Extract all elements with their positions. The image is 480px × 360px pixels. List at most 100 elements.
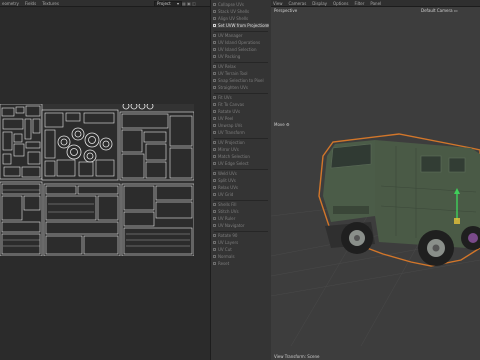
tool-item[interactable]: UV Packing: [213, 54, 269, 59]
tool-icon: [213, 96, 216, 99]
tool-item[interactable]: UV Terrain Tool: [213, 71, 269, 76]
tool-separator: [214, 62, 268, 63]
tool-item-label: Fit UVs: [218, 95, 232, 100]
tool-item[interactable]: Rotate 90: [213, 233, 269, 238]
tool-item[interactable]: Normals: [213, 254, 269, 259]
uv-shell-group-left: [0, 104, 43, 180]
tool-separator: [214, 231, 268, 232]
tool-item-label: Normals: [218, 254, 235, 259]
tool-item-label: UV Edge Select: [218, 161, 249, 166]
tool-item[interactable]: UV Cut: [213, 247, 269, 252]
viewport-menu-options[interactable]: Options: [333, 1, 348, 6]
tool-item-label: Fit To Canvas: [218, 102, 245, 107]
tool-item-label: Split UVs: [218, 178, 236, 183]
tool-icon: [213, 193, 216, 196]
tool-item-label: Collapse UVs: [218, 2, 245, 7]
tool-item[interactable]: UV Peel: [213, 116, 269, 121]
tool-icon: [213, 241, 216, 244]
uv-tools-panel: Collapse UVs Stack UV Shells Align UV Shel…: [210, 0, 272, 360]
tool-icon: [213, 131, 216, 134]
tool-item[interactable]: UV Grid: [213, 192, 269, 197]
tool-icon: [213, 210, 216, 213]
tool-item[interactable]: Relax UVs: [213, 185, 269, 190]
tool-item[interactable]: UV Navigator: [213, 223, 269, 228]
tool-item[interactable]: Straighten UVs: [213, 85, 269, 90]
tool-item[interactable]: Stack UV Shells: [213, 9, 269, 14]
tool-item-label: UV Island Operations: [218, 40, 261, 45]
viewport-menu-cameras[interactable]: Cameras: [289, 1, 307, 6]
tool-item-label: Mirror UVs: [218, 147, 239, 152]
viewport-camera-label[interactable]: Default Camera ▭: [421, 8, 458, 13]
tool-item[interactable]: UV Edge Select: [213, 161, 269, 166]
tool-icon: [213, 72, 216, 75]
uv-editor-pane[interactable]: eometry Fields Textures Project ▾ ▦ ▣ ◫: [0, 0, 210, 360]
uv-menu-geometry[interactable]: eometry: [2, 1, 19, 6]
camera-icon: ▭: [452, 8, 458, 13]
tool-separator: [214, 200, 268, 201]
uv-layout-canvas[interactable]: [0, 104, 194, 256]
tool-icon: [213, 10, 216, 13]
tool-item[interactable]: UV Relax: [213, 64, 269, 69]
tool-item[interactable]: Match Selection: [213, 154, 269, 159]
tool-item[interactable]: Fit UVs: [213, 95, 269, 100]
tool-item-label: Rotate UVs: [218, 109, 241, 114]
tool-item[interactable]: UV Ruler: [213, 216, 269, 221]
tool-item-label: UV Transform: [218, 130, 245, 135]
tool-item[interactable]: Stitch UVs: [213, 209, 269, 214]
tool-item[interactable]: Split UVs: [213, 178, 269, 183]
tool-item[interactable]: UV Transform: [213, 130, 269, 135]
tool-icon: [213, 79, 216, 82]
tool-item-label: UV Island Selection: [218, 47, 257, 52]
tool-separator: [214, 93, 268, 94]
tool-item[interactable]: UV Projection: [213, 140, 269, 145]
uv-shell-group-middle: [41, 109, 119, 181]
tool-item[interactable]: Collapse UVs: [213, 2, 269, 7]
tool-icon: [213, 148, 216, 151]
tool-icon: [213, 124, 216, 127]
tool-icon: [213, 41, 216, 44]
viewport-menu-view[interactable]: View: [273, 1, 283, 6]
tool-separator: [214, 31, 268, 32]
tool-item[interactable]: UV Manager: [213, 33, 269, 38]
tool-item[interactable]: Unwrap UVs: [213, 123, 269, 128]
truck-rear-window: [448, 157, 466, 173]
tool-icon: [213, 48, 216, 51]
tool-item[interactable]: Fit To Canvas: [213, 102, 269, 107]
tool-icon: [213, 24, 216, 27]
tool-item[interactable]: Mirror UVs: [213, 147, 269, 152]
truck-rear-wheel: [418, 230, 454, 266]
truck-model: [318, 133, 480, 267]
tool-item[interactable]: UV Layers: [213, 240, 269, 245]
tool-item[interactable]: Snap Selection to Pixel: [213, 78, 269, 83]
tool-item[interactable]: Shells Fill: [213, 202, 269, 207]
tool-item-label: Stitch UVs: [218, 209, 239, 214]
tool-icon: [213, 179, 216, 182]
viewport-menu-display[interactable]: Display: [312, 1, 327, 6]
viewport-menu-filter[interactable]: Filter: [354, 1, 364, 6]
tool-item[interactable]: UV Island Operations: [213, 40, 269, 45]
uv-shell-group-right: [119, 111, 194, 181]
tool-item[interactable]: UV Island Selection: [213, 47, 269, 52]
viewport-scene[interactable]: [271, 16, 480, 346]
tool-item[interactable]: Weld UVs: [213, 171, 269, 176]
uv-menu-fields[interactable]: Fields: [25, 1, 36, 6]
truck-windshield: [330, 143, 372, 169]
tool-item[interactable]: Set UVW from Projection: [213, 23, 269, 28]
viewport-pane[interactable]: View Cameras Display Options Filter Pane…: [271, 0, 480, 360]
tool-item-label: Snap Selection to Pixel: [218, 78, 264, 83]
gear-icon[interactable]: [266, 24, 269, 27]
tool-item[interactable]: Reset: [213, 261, 269, 266]
tool-icon: [213, 3, 216, 6]
tool-item[interactable]: Align UV Shells: [213, 16, 269, 21]
tool-item-label: Set UVW from Projection: [218, 23, 268, 28]
uv-view-dropdown[interactable]: Project ▾: [154, 1, 182, 7]
tool-icon: [213, 86, 216, 89]
tool-item-label: Reset: [218, 261, 230, 266]
tool-item[interactable]: Rotate UVs: [213, 109, 269, 114]
tool-item-label: UV Relax: [218, 64, 236, 69]
viewport-menu-panel[interactable]: Panel: [370, 1, 381, 6]
tool-separator: [214, 138, 268, 139]
uv-toolbar-icons[interactable]: ▦ ▣ ◫: [182, 1, 196, 6]
tool-item-label: UV Terrain Tool: [218, 71, 248, 76]
uv-menu-textures[interactable]: Textures: [42, 1, 59, 6]
